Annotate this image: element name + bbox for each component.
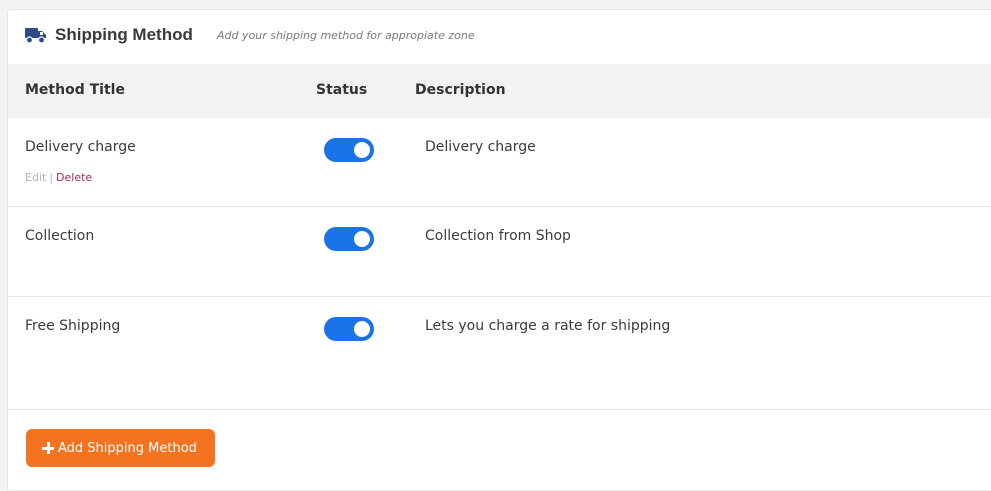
table-row: Collection Collection from Shop [8, 207, 991, 297]
method-description: Collection from Shop [425, 228, 571, 244]
status-toggle[interactable] [324, 317, 374, 341]
action-separator: | [49, 171, 54, 184]
panel-title: Shipping Method [55, 25, 193, 44]
method-description: Lets you charge a rate for shipping [425, 318, 671, 334]
status-toggle[interactable] [324, 227, 374, 251]
panel-subtitle: Add your shipping method for appropiate … [217, 29, 475, 42]
edit-link[interactable]: Edit [25, 171, 46, 184]
toggle-knob [354, 321, 370, 337]
row-actions: Edit | Delete [25, 171, 92, 184]
method-title: Delivery charge [25, 139, 136, 155]
method-description: Delivery charge [425, 139, 536, 155]
toggle-knob [354, 231, 370, 247]
column-header-title: Method Title [25, 82, 125, 98]
toggle-knob [354, 142, 370, 158]
panel-header: Shipping Method Add your shipping method… [8, 10, 991, 62]
table-header: Method Title Status Description [8, 64, 991, 118]
add-shipping-method-label: Add Shipping Method [58, 440, 197, 456]
table-row: Delivery charge Edit | Delete Delivery cha… [8, 118, 991, 207]
shipping-method-panel: Shipping Method Add your shipping method… [7, 9, 991, 491]
plus-icon [42, 442, 54, 454]
status-toggle[interactable] [324, 138, 374, 162]
column-header-description: Description [415, 82, 506, 98]
method-title: Collection [25, 228, 95, 244]
table-row: Free Shipping Lets you charge a rate for… [8, 297, 991, 410]
delete-link[interactable]: Delete [56, 171, 92, 184]
column-header-status: Status [316, 82, 368, 98]
truck-icon [25, 26, 47, 44]
method-title: Free Shipping [25, 318, 121, 334]
add-shipping-method-button[interactable]: Add Shipping Method [26, 429, 215, 467]
